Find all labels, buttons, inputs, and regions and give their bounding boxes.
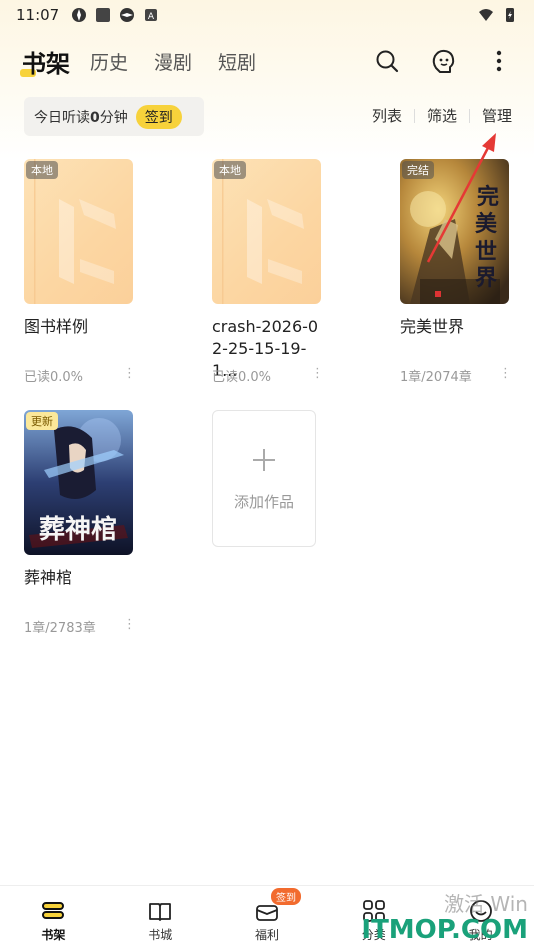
tab-bookshelf[interactable]: 书架 (20, 44, 70, 79)
bottom-tab-bookshelf[interactable]: 书架 (0, 886, 107, 950)
book-tag: 本地 (214, 161, 246, 179)
app-notification-icon-2 (120, 8, 135, 22)
bottom-tab-label: 书架 (41, 928, 66, 942)
add-book-label: 添加作品 (233, 493, 294, 511)
today-reading-text: 今日听读0分钟 (34, 109, 128, 126)
top-navigation: 书架 历史 漫剧 短剧 (0, 38, 534, 84)
battery-icon (506, 8, 514, 22)
wifi-icon (479, 9, 493, 21)
tab-short-drama[interactable]: 短剧 (218, 48, 256, 75)
svg-text:葬神棺: 葬神棺 (39, 515, 117, 545)
more-dots-icon[interactable]: ⋮ (123, 366, 136, 385)
open-book-icon (149, 903, 172, 921)
book-item[interactable]: 本地 图书样例 已读0.0% ⋮ (24, 159, 154, 385)
site-watermark: ITMOP.COM (361, 915, 528, 945)
bottom-tab-welfare[interactable]: 签到 福利 (214, 886, 321, 950)
signin-badge: 签到 (270, 888, 301, 905)
book-progress: 已读0.0% ⋮ (212, 366, 324, 385)
bottom-tab-label: 福利 (254, 928, 279, 942)
book-progress: 1章/2074章 ⋮ (400, 366, 512, 385)
book-tag: 更新 (26, 412, 58, 430)
bottom-tab-label: 书城 (148, 928, 173, 942)
plus-icon (251, 445, 277, 479)
manage-button[interactable]: 管理 (470, 105, 512, 126)
today-reading-pill: 今日听读0分钟 签到 (24, 97, 204, 136)
zangshenguan-cover-art: 葬神棺 (24, 410, 133, 555)
filter-button[interactable]: 筛选 (415, 105, 469, 126)
svg-text:A: A (148, 12, 155, 22)
local-cover-pattern (34, 159, 116, 304)
app-square-icon (96, 8, 111, 22)
search-icon[interactable] (374, 48, 400, 74)
bookshelf-icon (42, 902, 65, 919)
add-book-card[interactable]: 添加作品 (212, 410, 316, 547)
book-tag: 本地 (26, 161, 58, 179)
tab-label: 书架 (22, 49, 70, 78)
windows-activation-watermark: 激活 Win (444, 892, 528, 916)
status-notification-icons: A (71, 7, 159, 23)
local-cover-pattern (222, 159, 304, 304)
status-system-icons (478, 7, 518, 23)
tab-comic-drama[interactable]: 漫剧 (154, 48, 192, 75)
more-dots-icon[interactable]: ⋮ (499, 366, 512, 385)
signin-button[interactable]: 签到 (135, 104, 182, 129)
list-view-button[interactable]: 列表 (360, 105, 414, 126)
svg-text:界: 界 (475, 265, 497, 291)
perfect-world-cover: 完 美 世 界 完结 (400, 159, 509, 304)
book-item[interactable]: 本地 crash-2026-02-25-15-19-1... 已读0.0% ⋮ (212, 159, 342, 385)
book-title: 完美世界 (400, 317, 465, 336)
book-progress: 已读0.0% ⋮ (24, 366, 136, 385)
listen-face-icon[interactable] (430, 48, 456, 74)
bottom-tab-bookstore[interactable]: 书城 (107, 886, 214, 950)
more-dots-icon[interactable]: ⋮ (311, 366, 324, 385)
status-bar: 11:07 A (0, 0, 534, 30)
svg-text:世: 世 (475, 239, 497, 265)
book-title: 葬神棺 (24, 568, 73, 587)
watermark: 激活 Win ITMOP.COM (361, 888, 528, 945)
app-notification-icon (72, 8, 87, 22)
tab-history[interactable]: 历史 (90, 48, 128, 75)
perfect-world-cover-art: 完 美 世 界 (400, 159, 509, 304)
more-vertical-icon[interactable] (486, 48, 512, 74)
book-title: 图书样例 (24, 317, 89, 336)
status-time: 11:07 (16, 6, 60, 24)
book-tag: 完结 (402, 161, 434, 179)
shelf-actions: 列表 筛选 管理 (360, 105, 512, 126)
more-dots-icon[interactable]: ⋮ (123, 617, 136, 636)
a-letter-icon: A (145, 9, 158, 22)
svg-text:美: 美 (475, 211, 498, 237)
local-book-cover: 本地 (24, 159, 133, 304)
zangshenguan-cover: 葬神棺 更新 (24, 410, 133, 555)
book-progress: 1章/2783章 ⋮ (24, 617, 136, 636)
svg-text:完: 完 (477, 184, 499, 210)
book-item[interactable]: 葬神棺 更新 葬神棺 1章/2783章 ⋮ (24, 410, 154, 636)
book-item[interactable]: 完 美 世 界 完结 完美世界 1章/2074章 ⋮ (400, 159, 530, 385)
local-book-cover: 本地 (212, 159, 321, 304)
